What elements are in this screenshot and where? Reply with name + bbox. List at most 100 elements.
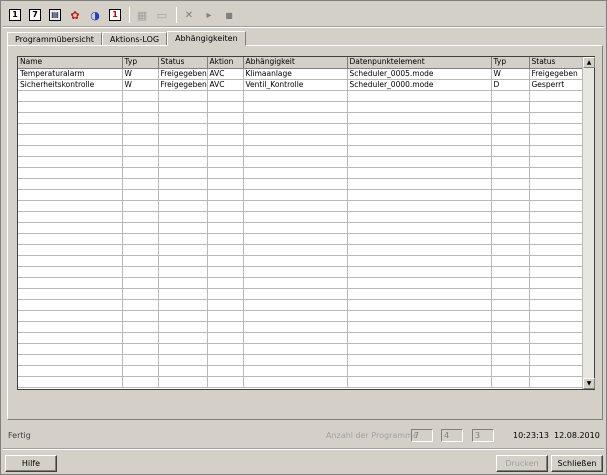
empty-table-row[interactable] (18, 288, 583, 300)
empty-table-row[interactable] (18, 365, 583, 377)
dependencies-table[interactable]: Name Typ Status Aktion Abhängigkeit Date… (17, 56, 595, 390)
toolbar-separator (129, 7, 130, 23)
toolbar-separator (176, 7, 177, 23)
delete-icon[interactable]: ✕ (181, 7, 197, 23)
table-cell (491, 145, 530, 157)
table-cell (347, 310, 492, 322)
help-button[interactable]: Hilfe (5, 455, 57, 472)
empty-table-row[interactable] (18, 145, 583, 157)
column-header-name[interactable]: Name (18, 57, 123, 69)
table-cell (243, 354, 348, 366)
column-header-dep-status[interactable]: Status (529, 57, 583, 69)
table-cell (243, 332, 348, 344)
table-cell (347, 299, 492, 311)
table-cell (491, 134, 530, 146)
empty-table-row[interactable] (18, 189, 583, 201)
status-bar: Fertig Anzahl der Programme 7 4 3 10:23:… (1, 425, 607, 445)
table-row[interactable]: Sicherheitskontrolle W Freigegeben AVC Venti… (18, 79, 583, 91)
empty-table-row[interactable] (18, 134, 583, 146)
column-header-action[interactable]: Aktion (207, 57, 244, 69)
table-cell (18, 288, 123, 300)
table-cell (243, 321, 348, 333)
column-header-dep-type[interactable]: Typ (491, 57, 530, 69)
column-header-type[interactable]: Typ (122, 57, 159, 69)
tab-program-overview[interactable]: Programmübersicht (7, 32, 102, 46)
calendar-1-icon[interactable]: 1 (7, 7, 23, 23)
tab-action-log[interactable]: Aktions-LOG (101, 32, 168, 46)
scroll-down-icon[interactable]: ▼ (583, 378, 595, 389)
empty-table-row[interactable] (18, 112, 583, 124)
close-button[interactable]: Schließen (551, 455, 603, 472)
table-cell (491, 167, 530, 179)
empty-table-row[interactable] (18, 200, 583, 212)
empty-table-row[interactable] (18, 222, 583, 234)
empty-table-row[interactable] (18, 266, 583, 278)
table-cell (207, 123, 244, 135)
table-cell (347, 189, 492, 201)
table-cell (243, 211, 348, 223)
table-cell (529, 178, 583, 190)
empty-table-row[interactable] (18, 376, 583, 388)
program-count-enabled: 4 (441, 429, 463, 442)
table-cell (347, 266, 492, 278)
copy-icon[interactable]: ▭ (154, 7, 170, 23)
table-cell: W (122, 79, 159, 91)
table-cell (491, 233, 530, 245)
empty-table-row[interactable] (18, 178, 583, 190)
table-cell (529, 145, 583, 157)
empty-table-row[interactable] (18, 211, 583, 223)
empty-table-row[interactable] (18, 123, 583, 135)
column-header-datapoint-element[interactable]: Datenpunktelement (347, 57, 492, 69)
empty-table-row[interactable] (18, 354, 583, 366)
empty-table-row[interactable] (18, 321, 583, 333)
calendar-month-icon[interactable]: ▤ (47, 7, 63, 23)
table-cell (18, 233, 123, 245)
table-cell (529, 299, 583, 311)
empty-table-row[interactable] (18, 343, 583, 355)
empty-table-row[interactable] (18, 90, 583, 102)
empty-table-row[interactable] (18, 310, 583, 322)
table-cell (207, 211, 244, 223)
empty-table-row[interactable] (18, 277, 583, 289)
toolbar-divider (3, 26, 604, 28)
vertical-scrollbar[interactable]: ▲ ▼ (582, 57, 595, 389)
print-button[interactable]: Drucken (496, 455, 548, 472)
scroll-up-icon[interactable]: ▲ (583, 57, 595, 68)
table-cell (491, 354, 530, 366)
empty-table-row[interactable] (18, 233, 583, 245)
table-cell (491, 288, 530, 300)
empty-table-row[interactable] (18, 299, 583, 311)
table-cell (529, 134, 583, 146)
chart-icon[interactable]: ◑ (87, 7, 103, 23)
table-cell (18, 299, 123, 311)
stop-icon[interactable]: ■ (221, 7, 237, 23)
table-cell (158, 200, 208, 212)
table-cell: D (491, 79, 530, 91)
table-cell (243, 200, 348, 212)
calendar-today-icon[interactable]: 1 (107, 7, 123, 23)
column-header-dependency[interactable]: Abhängigkeit (243, 57, 348, 69)
table-cell: Klimaanlage (243, 68, 348, 80)
table-cell (529, 343, 583, 355)
table-cell (18, 321, 123, 333)
table-cell: Freigegeben (529, 68, 583, 80)
tab-dependencies[interactable]: Abhängigkeiten (167, 31, 246, 46)
empty-table-row[interactable] (18, 244, 583, 256)
empty-table-row[interactable] (18, 101, 583, 113)
colors-icon[interactable]: ✿ (67, 7, 83, 23)
table-cell (347, 321, 492, 333)
play-icon[interactable]: ▸ (201, 7, 217, 23)
table-cell (207, 101, 244, 113)
empty-table-row[interactable] (18, 255, 583, 267)
table-cell: W (122, 68, 159, 80)
table-row[interactable]: Temperaturalarm W Freigegeben AVC Klimaanlag… (18, 68, 583, 80)
empty-table-row[interactable] (18, 332, 583, 344)
new-icon[interactable]: ▦ (134, 7, 150, 23)
table-cell (18, 222, 123, 234)
table-cell (122, 211, 159, 223)
empty-table-row[interactable] (18, 167, 583, 179)
calendar-7-icon[interactable]: 7 (27, 7, 43, 23)
column-header-status[interactable]: Status (158, 57, 208, 69)
empty-table-row[interactable] (18, 156, 583, 168)
table-cell (18, 277, 123, 289)
